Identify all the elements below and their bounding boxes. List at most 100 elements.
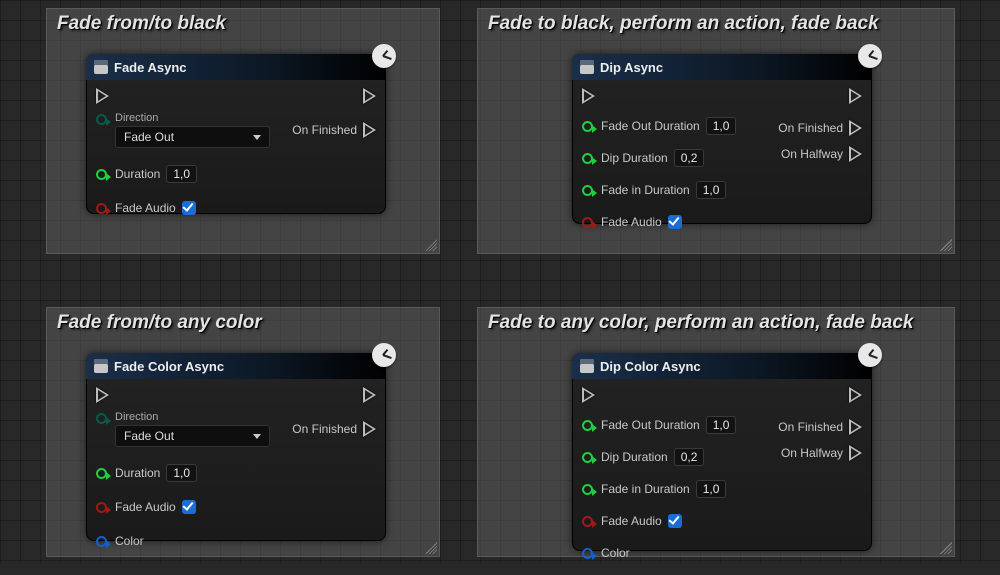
fade-out-field[interactable]: 1,0 [706, 117, 737, 135]
fade-in-pin[interactable] [582, 185, 593, 196]
node-icon [94, 359, 108, 373]
panel-title: Fade to black, perform an action, fade b… [488, 13, 944, 35]
exec-halfway-pin[interactable] [849, 146, 862, 162]
node-title: Fade Async [114, 60, 187, 75]
clock-icon [858, 343, 882, 367]
dip-field[interactable]: 0,2 [674, 149, 705, 167]
direction-dropdown[interactable]: Fade Out [115, 126, 270, 148]
node-body: On Finished On Halfway Fade Out Duration… [572, 379, 872, 575]
direction-value: Fade Out [124, 429, 174, 443]
fade-audio-pin[interactable] [96, 502, 107, 513]
duration-field[interactable]: 1,0 [166, 165, 197, 183]
out-finished-label: On Finished [778, 121, 843, 135]
fade-in-field[interactable]: 1,0 [696, 181, 727, 199]
resize-handle-icon[interactable] [425, 239, 437, 251]
color-pin[interactable] [582, 548, 593, 559]
node-icon [580, 359, 594, 373]
node-icon [580, 60, 594, 74]
duration-pin[interactable] [96, 468, 107, 479]
dip-pin[interactable] [582, 452, 593, 463]
exec-out-pin[interactable] [363, 387, 376, 403]
dip-label: Dip Duration [601, 450, 668, 464]
fade-out-label: Fade Out Duration [601, 418, 700, 432]
duration-pin[interactable] [96, 169, 107, 180]
fade-audio-label: Fade Audio [115, 201, 176, 215]
node-body: On Finished Direction Fade Out Duration … [86, 379, 386, 563]
exec-out-pin[interactable] [849, 387, 862, 403]
node-body: On Finished Direction Fade Out [86, 80, 386, 230]
node-title: Fade Color Async [114, 359, 224, 374]
fade-out-pin[interactable] [582, 121, 593, 132]
color-label: Color [115, 534, 144, 548]
fade-audio-label: Fade Audio [601, 514, 662, 528]
fade-out-field[interactable]: 1,0 [706, 416, 737, 434]
dip-field[interactable]: 0,2 [674, 448, 705, 466]
node-header[interactable]: Fade Async [86, 54, 386, 80]
exec-in-pin[interactable] [582, 387, 595, 403]
dip-pin[interactable] [582, 153, 593, 164]
out-finished-label: On Finished [292, 123, 357, 137]
fade-audio-label: Fade Audio [601, 215, 662, 229]
chevron-down-icon [253, 135, 261, 140]
exec-out-pin[interactable] [849, 88, 862, 104]
fade-audio-label: Fade Audio [115, 500, 176, 514]
panel-title: Fade to any color, perform an action, fa… [488, 312, 944, 334]
dip-label: Dip Duration [601, 151, 668, 165]
fade-audio-pin[interactable] [96, 203, 107, 214]
duration-label: Duration [115, 167, 160, 181]
resize-handle-icon[interactable] [940, 542, 952, 554]
duration-field[interactable]: 1,0 [166, 464, 197, 482]
out-finished-label: On Finished [778, 420, 843, 434]
resize-handle-icon[interactable] [940, 239, 952, 251]
node-dip-color-async[interactable]: Dip Color Async On Finished On Halfway F… [572, 353, 872, 551]
clock-icon [858, 44, 882, 68]
node-body: On Finished On Halfway Fade Out Duration… [572, 80, 872, 244]
fade-audio-pin[interactable] [582, 516, 593, 527]
panel-title: Fade from/to any color [57, 312, 429, 334]
exec-in-pin[interactable] [582, 88, 595, 104]
clock-icon [372, 343, 396, 367]
exec-finished-pin[interactable] [363, 421, 376, 437]
fade-in-pin[interactable] [582, 484, 593, 495]
direction-dropdown[interactable]: Fade Out [115, 425, 270, 447]
exec-finished-pin[interactable] [849, 419, 862, 435]
chevron-down-icon [253, 434, 261, 439]
exec-finished-pin[interactable] [363, 122, 376, 138]
node-fade-color-async[interactable]: Fade Color Async On Finished Direction F… [86, 353, 386, 541]
exec-in-pin[interactable] [96, 387, 109, 403]
direction-pin[interactable] [96, 413, 107, 424]
out-halfway-label: On Halfway [781, 446, 843, 460]
exec-in-pin[interactable] [96, 88, 109, 104]
fade-audio-checkbox[interactable] [668, 215, 682, 229]
resize-handle-icon[interactable] [425, 542, 437, 554]
exec-halfway-pin[interactable] [849, 445, 862, 461]
color-pin[interactable] [96, 536, 107, 547]
out-halfway-label: On Halfway [781, 147, 843, 161]
fade-audio-checkbox[interactable] [182, 201, 196, 215]
fade-audio-checkbox[interactable] [182, 500, 196, 514]
fade-audio-checkbox[interactable] [668, 514, 682, 528]
out-finished-label: On Finished [292, 422, 357, 436]
color-label: Color [601, 546, 630, 560]
direction-pin[interactable] [96, 114, 107, 125]
node-icon [94, 60, 108, 74]
node-header[interactable]: Dip Color Async [572, 353, 872, 379]
node-header[interactable]: Dip Async [572, 54, 872, 80]
clock-icon [372, 44, 396, 68]
node-header[interactable]: Fade Color Async [86, 353, 386, 379]
fade-in-label: Fade in Duration [601, 482, 690, 496]
duration-label: Duration [115, 466, 160, 480]
fade-in-field[interactable]: 1,0 [696, 480, 727, 498]
fade-audio-pin[interactable] [582, 217, 593, 228]
node-dip-async[interactable]: Dip Async On Finished On Halfway Fade Ou… [572, 54, 872, 224]
panel-title: Fade from/to black [57, 13, 429, 35]
exec-finished-pin[interactable] [849, 120, 862, 136]
direction-value: Fade Out [124, 130, 174, 144]
fade-out-label: Fade Out Duration [601, 119, 700, 133]
fade-in-label: Fade in Duration [601, 183, 690, 197]
node-title: Dip Color Async [600, 359, 701, 374]
fade-out-pin[interactable] [582, 420, 593, 431]
node-title: Dip Async [600, 60, 663, 75]
exec-out-pin[interactable] [363, 88, 376, 104]
node-fade-async[interactable]: Fade Async On Finished Direction Fade Ou… [86, 54, 386, 214]
